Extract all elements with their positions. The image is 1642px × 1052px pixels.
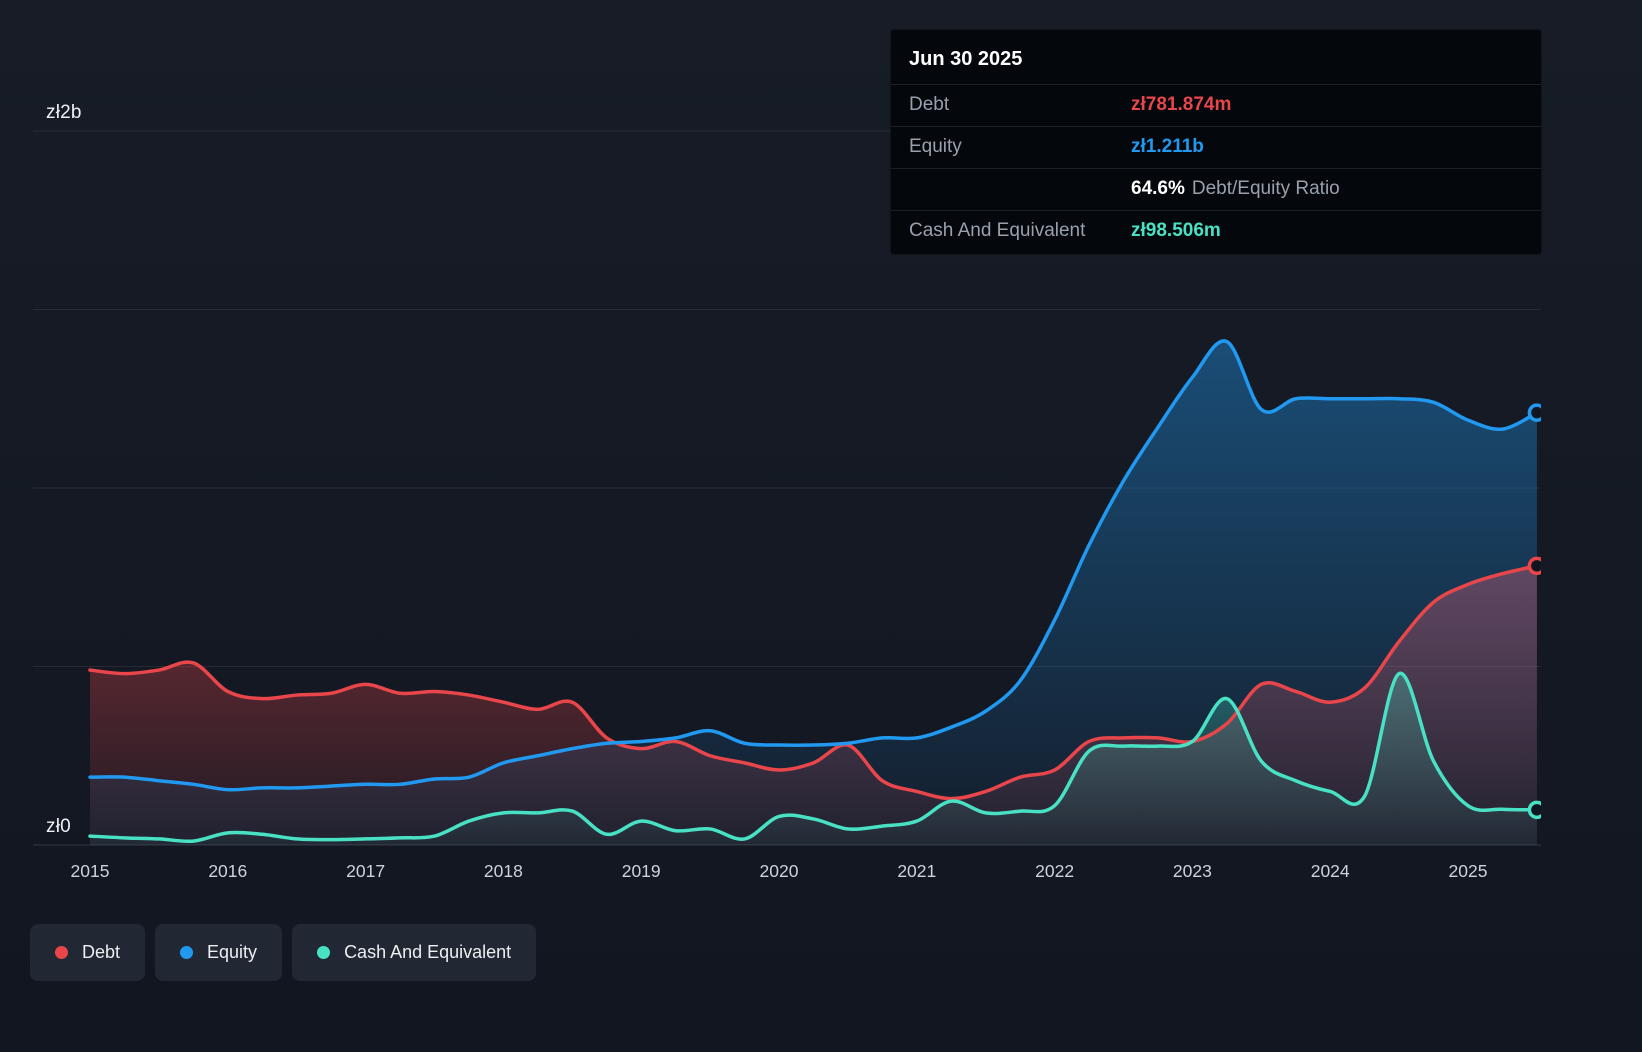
tooltip-cash-label: Cash And Equivalent [909,220,1086,241]
legend-item-cash[interactable]: Cash And Equivalent [292,924,537,981]
svg-text:2018: 2018 [484,861,523,881]
tooltip-ratio-row: 64.6% Debt/Equity Ratio [891,168,1541,210]
legend-item-cash-label: Cash And Equivalent [344,942,512,962]
tooltip-equity-value: zł1.211b [1131,136,1204,157]
svg-text:2024: 2024 [1311,861,1350,881]
svg-text:2025: 2025 [1449,861,1488,881]
cash-legend-dot-icon [317,946,331,959]
tooltip-ratio-label: Debt/Equity Ratio [1191,178,1340,199]
tooltip-equity-label: Equity [909,136,962,157]
legend-item-equity-label: Equity [207,942,258,962]
tooltip-ratio-value: 64.6% [1131,178,1185,199]
tooltip-date: Jun 30 2025 [909,48,1023,70]
svg-text:2020: 2020 [760,861,799,881]
svg-text:2022: 2022 [1035,861,1074,881]
legend-item-debt[interactable]: Debt [30,924,146,981]
tooltip: Jun 30 2025 Debt zł781.874m Equity zł1.2… [890,29,1542,255]
legend-item-debt-label: Debt [82,942,121,962]
svg-text:2023: 2023 [1173,861,1212,881]
tooltip-debt-value: zł781.874m [1131,94,1232,115]
debt-legend-dot-icon [55,946,68,959]
tooltip-equity-row: Equity zł1.211b [891,126,1541,168]
svg-text:2015: 2015 [71,861,110,881]
equity-legend-dot-icon [180,946,194,959]
svg-text:2017: 2017 [346,861,385,881]
svg-text:2019: 2019 [622,861,661,881]
svg-text:2021: 2021 [897,861,936,881]
svg-text:2016: 2016 [208,861,247,881]
tooltip-debt-row: Debt zł781.874m [891,84,1541,126]
tooltip-cash-row: Cash And Equivalent zł98.506m [891,210,1541,252]
legend-item-equity[interactable]: Equity [155,924,283,981]
tooltip-cash-value: zł98.506m [1131,220,1221,241]
tooltip-debt-label: Debt [909,94,950,115]
legend: Debt Equity Cash And Equivalent [30,924,537,981]
